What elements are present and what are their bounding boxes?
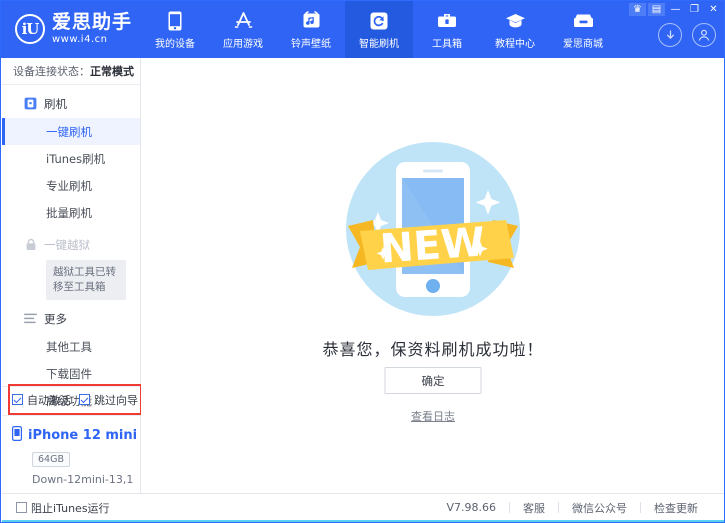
sidebar-item-download-firmware[interactable]: 下载固件: [2, 360, 140, 387]
lock-icon: [24, 238, 37, 251]
view-log-link[interactable]: 查看日志: [141, 408, 725, 424]
confirm-button[interactable]: 确定: [385, 367, 482, 394]
nav-item-store[interactable]: 爱思商城: [549, 1, 617, 58]
connection-status: 设备连接状态：正常模式: [2, 58, 140, 85]
toolbox-icon: [437, 10, 457, 32]
device-name: iPhone 12 mini: [28, 428, 137, 443]
sidebar-group-more[interactable]: 更多: [2, 304, 140, 333]
nav-label: 智能刷机: [359, 35, 399, 50]
sidebar-item-label: 其他工具: [46, 339, 92, 355]
sidebar-item-label: 专业刷机: [46, 178, 92, 194]
nav-item-toolbox[interactable]: 工具箱: [413, 1, 481, 58]
account-icon[interactable]: [692, 23, 716, 47]
status-bar-right: V7.98.66 客服 微信公众号 检查更新: [433, 500, 725, 516]
flash-icon: [24, 97, 37, 110]
checkbox-box: [12, 394, 23, 405]
sidebar-item-label: 一键刷机: [46, 124, 92, 140]
device-identifier: Down-12mini-13,1: [32, 473, 140, 486]
maximize-icon[interactable]: ❐: [686, 3, 703, 16]
header-action-icons: [658, 23, 716, 47]
skip-wizard-checkbox[interactable]: 跳过向导: [79, 392, 138, 408]
sidebar: 设备连接状态：正常模式 刷机 一键刷机 iTunes刷机 专业刷机 批量刷机 一…: [2, 58, 141, 495]
auto-activate-checkbox[interactable]: 自动激活: [12, 392, 71, 408]
device-name-row: iPhone 12 mini: [12, 426, 140, 445]
skip-wizard-label: 跳过向导: [94, 392, 138, 408]
check-update-link[interactable]: 检查更新: [641, 500, 711, 516]
sidebar-group-flash[interactable]: 刷机: [2, 89, 140, 118]
main-navigation: 我的设备 应用游戏 铃声壁纸 智能刷机: [141, 1, 617, 58]
app-window: iU 爱思助手 www.i4.cn 我的设备 应用游戏: [0, 0, 725, 523]
checkbox-box: [16, 502, 27, 513]
success-message: 恭喜您，保资料刷机成功啦！: [141, 336, 725, 360]
sidebar-item-pro-flash[interactable]: 专业刷机: [2, 172, 140, 199]
support-link[interactable]: 客服: [510, 500, 558, 516]
menu-icon[interactable]: ▤: [648, 3, 665, 16]
flash-options-row: 自动激活 跳过向导: [2, 386, 140, 412]
view-log-label: 查看日志: [411, 410, 455, 423]
ribbon-text: NEW: [379, 219, 487, 272]
status-bar-left: 阻止iTunes运行: [2, 500, 118, 516]
sidebar-item-other-tools[interactable]: 其他工具: [2, 333, 140, 360]
nav-item-my-device[interactable]: 我的设备: [141, 1, 209, 58]
sidebar-item-batch-flash[interactable]: 批量刷机: [2, 199, 140, 226]
graduation-icon: [505, 10, 526, 32]
nav-item-apps-games[interactable]: 应用游戏: [209, 1, 277, 58]
connected-device-card[interactable]: iPhone 12 mini 64GB Down-12mini-13,1: [2, 415, 140, 495]
sidebar-group-label: 刷机: [44, 96, 67, 112]
appstore-icon: [233, 10, 254, 32]
sidebar-item-one-key-flash[interactable]: 一键刷机: [2, 118, 140, 145]
list-icon: [24, 312, 37, 325]
window-controls: ♛ ▤ — ❐ ✕: [629, 3, 722, 16]
nav-item-smart-flash[interactable]: 智能刷机: [345, 1, 413, 58]
new-badge-phone-illustration: NEW: [338, 134, 528, 328]
device-capacity-badge: 64GB: [32, 452, 70, 467]
nav-label: 应用游戏: [223, 35, 263, 50]
nav-label: 铃声壁纸: [291, 35, 331, 50]
version-label: V7.98.66: [433, 501, 509, 514]
sidebar-group-jailbreak: 一键越狱: [2, 230, 140, 259]
nav-item-ringtones-wallpapers[interactable]: 铃声壁纸: [277, 1, 345, 58]
nav-label: 爱思商城: [563, 35, 603, 50]
main-content: NEW 恭喜您，保资料刷机成功啦！ 确定 查看日志: [141, 58, 725, 495]
app-logo[interactable]: iU 爱思助手 www.i4.cn: [15, 13, 132, 45]
phone-icon: [168, 10, 182, 32]
refresh-icon: [370, 10, 388, 32]
status-bar: 阻止iTunes运行 V7.98.66 客服 微信公众号 检查更新: [2, 493, 725, 521]
logo-mark-icon: iU: [15, 14, 45, 44]
brand-name: 爱思助手: [52, 13, 132, 32]
block-itunes-label: 阻止iTunes运行: [31, 500, 110, 516]
auto-activate-label: 自动激活: [27, 392, 71, 408]
gift-icon[interactable]: ♛: [629, 3, 646, 16]
close-icon[interactable]: ✕: [705, 3, 722, 16]
brand-url: www.i4.cn: [52, 35, 132, 45]
sidebar-item-itunes-flash[interactable]: iTunes刷机: [2, 145, 140, 172]
minimize-icon[interactable]: —: [667, 3, 684, 16]
sidebar-item-label: iTunes刷机: [46, 151, 105, 167]
download-icon[interactable]: [658, 23, 682, 47]
sidebar-group-label: 一键越狱: [44, 237, 90, 253]
connection-status-label: 设备连接状态：: [13, 63, 90, 79]
sidebar-item-label: 批量刷机: [46, 205, 92, 221]
nav-item-tutorials[interactable]: 教程中心: [481, 1, 549, 58]
checkbox-box: [79, 394, 90, 405]
music-icon: [303, 10, 320, 32]
block-itunes-checkbox[interactable]: 阻止iTunes运行: [16, 500, 110, 516]
jailbreak-moved-tip: 越狱工具已转移至工具箱: [46, 260, 126, 300]
nav-label: 教程中心: [495, 35, 535, 50]
store-icon: [573, 10, 594, 32]
app-header: iU 爱思助手 www.i4.cn 我的设备 应用游戏: [1, 1, 725, 58]
wechat-link[interactable]: 微信公众号: [559, 500, 640, 516]
nav-label: 工具箱: [432, 35, 462, 50]
nav-label: 我的设备: [155, 35, 195, 50]
connection-status-value: 正常模式: [90, 63, 134, 79]
phone-icon: [12, 426, 22, 445]
bottom-accent-bar: [2, 520, 725, 522]
logo-text: 爱思助手 www.i4.cn: [52, 13, 132, 45]
sidebar-group-label: 更多: [44, 311, 67, 327]
sidebar-item-label: 下载固件: [46, 366, 92, 382]
